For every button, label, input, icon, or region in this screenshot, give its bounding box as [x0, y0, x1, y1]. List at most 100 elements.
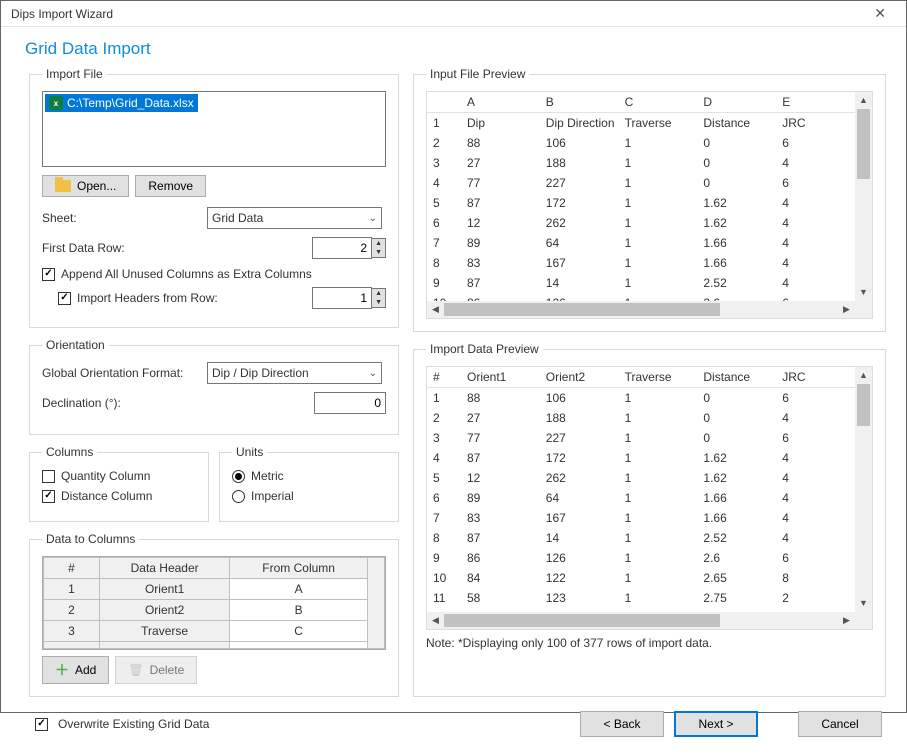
declination-input[interactable]: [314, 392, 386, 414]
open-button[interactable]: Open...: [42, 175, 129, 197]
append-checkbox[interactable]: [42, 268, 55, 281]
remove-button[interactable]: Remove: [135, 175, 206, 197]
excel-icon: x: [49, 96, 63, 110]
sheet-label: Sheet:: [42, 211, 207, 225]
append-label: Append All Unused Columns as Extra Colum…: [61, 267, 312, 281]
table-row[interactable]: 227188104: [427, 408, 872, 428]
table-row[interactable]: 7896411.664: [427, 233, 872, 253]
horizontal-scrollbar[interactable]: ◀ ▶: [427, 301, 855, 318]
overwrite-label: Overwrite Existing Grid Data: [58, 717, 209, 731]
columns-legend: Columns: [42, 445, 97, 459]
table-row[interactable]: 288106106: [427, 133, 872, 153]
sheet-select[interactable]: Grid Data ⌄: [207, 207, 382, 229]
close-icon[interactable]: ✕: [864, 1, 896, 26]
import-preview-group: Import Data Preview #Orient1Orient2Trave…: [413, 342, 886, 697]
table-row[interactable]: 48717211.624: [427, 448, 872, 468]
chevron-down-icon: ⌄: [369, 213, 377, 224]
table-row[interactable]: 115812312.752: [427, 588, 872, 608]
format-select[interactable]: Dip / Dip Direction ⌄: [207, 362, 382, 384]
window-title: Dips Import Wizard: [11, 7, 864, 21]
orientation-legend: Orientation: [42, 338, 109, 352]
table-row[interactable]: 108412212.658: [427, 568, 872, 588]
file-list[interactable]: x C:\Temp\Grid_Data.xlsx: [42, 91, 386, 167]
import-preview-table[interactable]: #Orient1Orient2TraverseDistanceJRC188106…: [426, 366, 873, 630]
scroll-left-icon[interactable]: ◀: [427, 612, 444, 629]
quantity-checkbox[interactable]: [42, 470, 55, 483]
scroll-up-icon[interactable]: ▲: [855, 92, 872, 109]
data-to-columns-group: Data to Columns # Data Header From Colum…: [29, 532, 399, 697]
spin-up-icon[interactable]: ▲: [372, 239, 385, 248]
import-file-group: Import File x C:\Temp\Grid_Data.xlsx Ope…: [29, 67, 399, 328]
back-button[interactable]: < Back: [580, 711, 664, 737]
chevron-down-icon: ⌄: [369, 368, 377, 379]
table-row[interactable]: 61226211.624: [427, 213, 872, 233]
scroll-left-icon[interactable]: ◀: [427, 301, 444, 318]
vertical-scrollbar[interactable]: ▲ ▼: [855, 92, 872, 301]
file-item[interactable]: x C:\Temp\Grid_Data.xlsx: [45, 94, 198, 112]
import-headers-spinner[interactable]: ▲▼: [312, 287, 386, 309]
metric-label: Metric: [251, 469, 284, 483]
format-label: Global Orientation Format:: [42, 366, 207, 380]
table-row[interactable]: 2 Orient2 B: [44, 600, 385, 621]
table-row[interactable]: 58717211.624: [427, 193, 872, 213]
spin-down-icon[interactable]: ▼: [372, 298, 385, 307]
first-row-spinner[interactable]: ▲▼: [312, 237, 386, 259]
page-title: Grid Data Import: [1, 27, 906, 67]
table-row[interactable]: 188106106: [427, 388, 872, 409]
distance-checkbox[interactable]: [42, 490, 55, 503]
table-row[interactable]: 98612612.66: [427, 548, 872, 568]
scroll-down-icon[interactable]: ▼: [855, 595, 872, 612]
table-row[interactable]: 9871412.524: [427, 273, 872, 293]
next-button[interactable]: Next >: [674, 711, 758, 737]
import-file-legend: Import File: [42, 67, 107, 81]
folder-icon: [55, 180, 71, 192]
scroll-up-icon[interactable]: ▲: [855, 367, 872, 384]
import-headers-input[interactable]: [312, 287, 372, 309]
spin-up-icon[interactable]: ▲: [372, 289, 385, 298]
table-row[interactable]: 78316711.664: [427, 508, 872, 528]
units-legend: Units: [232, 445, 267, 459]
scroll-down-icon[interactable]: ▼: [855, 284, 872, 301]
table-row[interactable]: [44, 642, 385, 649]
table-row[interactable]: 51226211.624: [427, 468, 872, 488]
table-header-row: # Data Header From Column: [44, 558, 385, 579]
titlebar: Dips Import Wizard ✕: [1, 1, 906, 27]
imperial-radio[interactable]: [232, 490, 245, 503]
footer: Overwrite Existing Grid Data < Back Next…: [1, 701, 906, 755]
vertical-scrollbar[interactable]: ▲ ▼: [855, 367, 872, 612]
plus-icon: ＋: [55, 660, 69, 680]
scroll-right-icon[interactable]: ▶: [838, 612, 855, 629]
d2c-legend: Data to Columns: [42, 532, 139, 546]
table-row[interactable]: 1 Orient1 A: [44, 579, 385, 600]
import-headers-label: Import Headers from Row:: [77, 291, 218, 305]
d2c-scrollbar[interactable]: [368, 558, 385, 649]
import-preview-legend: Import Data Preview: [426, 342, 543, 356]
table-row[interactable]: 477227106: [427, 173, 872, 193]
horizontal-scrollbar[interactable]: ◀ ▶: [427, 612, 855, 629]
metric-radio[interactable]: [232, 470, 245, 483]
table-row[interactable]: 6896411.664: [427, 488, 872, 508]
preview-note: Note: *Displaying only 100 of 377 rows o…: [426, 636, 873, 650]
columns-group: Columns Quantity Column Distance Column: [29, 445, 209, 522]
overwrite-checkbox[interactable]: [35, 718, 48, 731]
d2c-grid[interactable]: # Data Header From Column 1 Orient1 A 2: [42, 556, 386, 650]
table-row[interactable]: 3 Traverse C: [44, 621, 385, 642]
table-row[interactable]: 88316711.664: [427, 253, 872, 273]
table-row[interactable]: 377227106: [427, 428, 872, 448]
scroll-right-icon[interactable]: ▶: [838, 301, 855, 318]
units-group: Units Metric Imperial: [219, 445, 399, 522]
delete-button: 🗑 Delete: [115, 656, 197, 684]
add-button[interactable]: ＋ Add: [42, 656, 109, 684]
file-path: C:\Temp\Grid_Data.xlsx: [67, 96, 194, 110]
import-headers-checkbox[interactable]: [58, 292, 71, 305]
spin-down-icon[interactable]: ▼: [372, 248, 385, 257]
table-row[interactable]: 327188104: [427, 153, 872, 173]
trash-icon: 🗑: [128, 663, 143, 677]
first-row-label: First Data Row:: [42, 241, 207, 255]
input-preview-group: Input File Preview ABCDE1DipDip Directio…: [413, 67, 886, 332]
first-row-input[interactable]: [312, 237, 372, 259]
table-row[interactable]: 1DipDip DirectionTraverseDistanceJRC: [427, 113, 872, 134]
input-preview-table[interactable]: ABCDE1DipDip DirectionTraverseDistanceJR…: [426, 91, 873, 319]
table-row[interactable]: 8871412.524: [427, 528, 872, 548]
cancel-button[interactable]: Cancel: [798, 711, 882, 737]
